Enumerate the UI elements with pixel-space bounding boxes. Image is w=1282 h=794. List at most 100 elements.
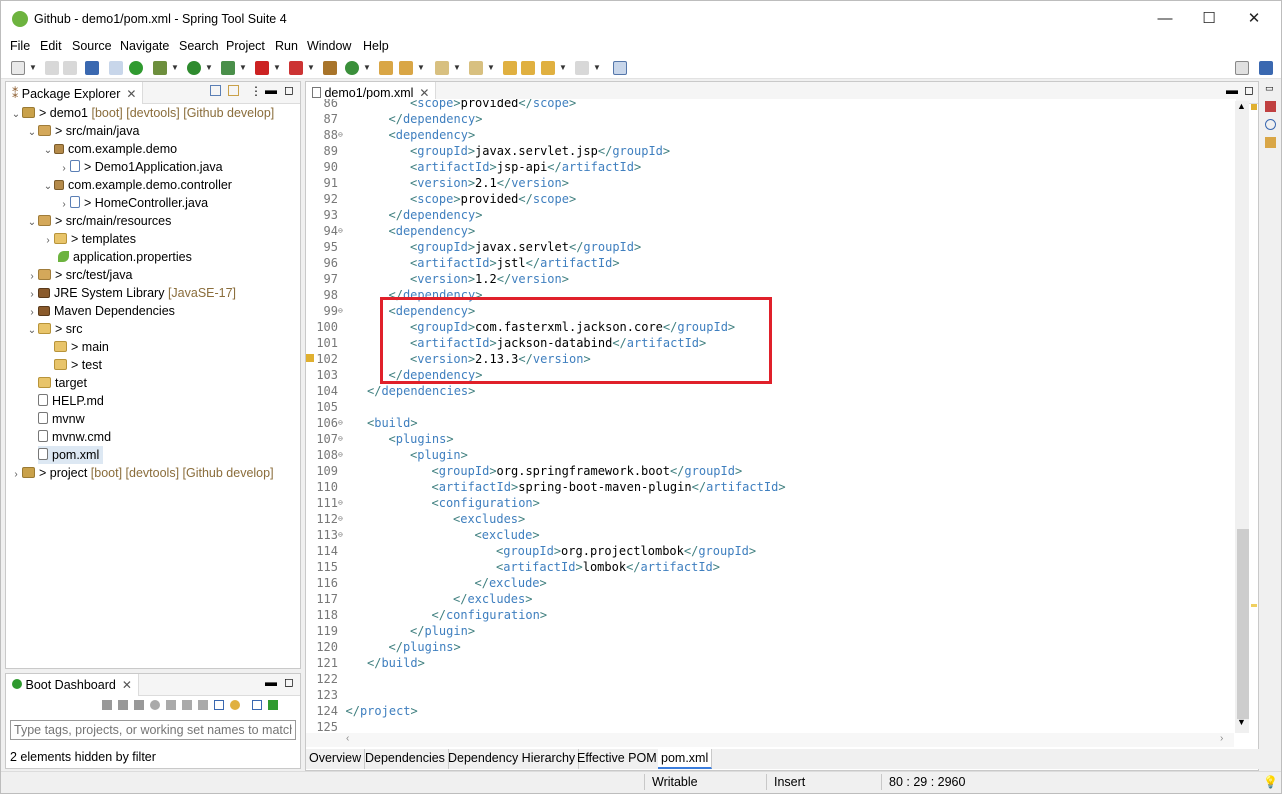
filter-icon[interactable] bbox=[252, 700, 262, 710]
code-line[interactable]: 124 </project> bbox=[306, 703, 1236, 719]
maximize-view-icon[interactable]: ◻ bbox=[284, 675, 294, 689]
new-class-icon[interactable] bbox=[345, 61, 359, 75]
code-line[interactable]: 90 <artifactId>jsp-api</artifactId> bbox=[306, 159, 1236, 175]
tree-item[interactable]: ⌄ > src/main/java bbox=[26, 122, 140, 140]
menu-file[interactable]: File bbox=[10, 39, 30, 53]
code-line[interactable]: 112 ⊖ <excludes> bbox=[306, 511, 1236, 527]
save-all-icon[interactable] bbox=[63, 61, 77, 75]
close-tab-icon[interactable]: ✕ bbox=[126, 87, 136, 101]
tree-item[interactable]: › > src/test/java bbox=[26, 266, 132, 284]
code-line[interactable]: 120 </plugins> bbox=[306, 639, 1236, 655]
fold-toggle-icon[interactable]: ⊖ bbox=[338, 223, 346, 239]
menu-edit[interactable]: Edit bbox=[40, 39, 62, 53]
tree-item-selected[interactable]: pom.xml bbox=[38, 446, 104, 464]
code-line[interactable]: 86 <scope>provided</scope> bbox=[306, 99, 1236, 111]
menu-navigate[interactable]: Navigate bbox=[120, 39, 169, 53]
minimize-view-icon[interactable]: ▬ bbox=[265, 83, 277, 97]
prev-annotation-icon[interactable] bbox=[469, 61, 483, 75]
scroll-right-icon[interactable]: › bbox=[1220, 733, 1223, 744]
tab-overview[interactable]: Overview bbox=[306, 749, 366, 769]
code-line[interactable]: 106 ⊖ <build> bbox=[306, 415, 1236, 431]
close-tab-icon[interactable]: ✕ bbox=[122, 678, 132, 692]
fold-toggle-icon[interactable]: ⊖ bbox=[338, 495, 346, 511]
code-line[interactable]: 125 bbox=[306, 719, 1236, 733]
bulb-icon[interactable] bbox=[230, 700, 240, 710]
open-perspective-icon[interactable] bbox=[1235, 61, 1249, 75]
code-line[interactable]: 114 <groupId>org.projectlombok</groupId> bbox=[306, 543, 1236, 559]
console-icon[interactable] bbox=[166, 700, 176, 710]
collapse-all-icon[interactable] bbox=[210, 85, 221, 96]
fold-toggle-icon[interactable]: ⊖ bbox=[338, 431, 346, 447]
code-line[interactable]: 96 <artifactId>jstl</artifactId> bbox=[306, 255, 1236, 271]
tab-dependencies[interactable]: Dependencies bbox=[362, 749, 449, 769]
code-line[interactable]: 105 bbox=[306, 399, 1236, 415]
task-list-icon[interactable] bbox=[1265, 119, 1276, 130]
menu-search[interactable]: Search bbox=[179, 39, 219, 53]
tab-pom-source[interactable]: pom.xml bbox=[658, 749, 713, 769]
minimize-button[interactable]: — bbox=[1154, 9, 1176, 29]
scroll-down-icon[interactable]: ▼ bbox=[1237, 717, 1246, 727]
code-line[interactable]: 111 ⊖ <configuration> bbox=[306, 495, 1236, 511]
config-icon[interactable] bbox=[182, 700, 192, 710]
tree-item[interactable]: > main bbox=[42, 338, 109, 356]
code-line[interactable]: 97 <version>1.2</version> bbox=[306, 271, 1236, 287]
code-line[interactable]: 87 </dependency> bbox=[306, 111, 1236, 127]
code-line[interactable]: 93 </dependency> bbox=[306, 207, 1236, 223]
code-line[interactable]: 88 ⊖ <dependency> bbox=[306, 127, 1236, 143]
code-line[interactable]: 117 </excludes> bbox=[306, 591, 1236, 607]
tree-item[interactable]: › > HomeController.java bbox=[58, 194, 208, 212]
tree-item[interactable]: mvnw bbox=[26, 410, 85, 428]
code-line[interactable]: 91 <version>2.1</version> bbox=[306, 175, 1236, 191]
minimize-view-icon[interactable]: ▬ bbox=[265, 675, 277, 689]
fold-toggle-icon[interactable]: ⊖ bbox=[338, 127, 346, 143]
tree-item[interactable]: › > templates bbox=[42, 230, 136, 248]
tree-item[interactable]: ⌄ com.example.demo.controller bbox=[42, 176, 232, 194]
code-line[interactable]: 94 ⊖ <dependency> bbox=[306, 223, 1236, 239]
link-with-editor-icon[interactable] bbox=[228, 85, 239, 96]
fold-toggle-icon[interactable]: ⊖ bbox=[338, 527, 346, 543]
tree-item[interactable]: ⌄ > demo1 [boot] [devtools] [Github devel… bbox=[10, 104, 274, 122]
tab-dependency-hierarchy[interactable]: Dependency Hierarchy bbox=[445, 749, 580, 769]
open-task-icon[interactable] bbox=[399, 61, 413, 75]
minimize-view-icon[interactable]: ▬ bbox=[1226, 83, 1238, 97]
boot-dashboard-icon[interactable] bbox=[129, 61, 143, 75]
menu-help[interactable]: Help bbox=[363, 39, 389, 53]
horizontal-scrollbar[interactable]: ‹ › bbox=[306, 733, 1234, 747]
tree-item[interactable]: > test bbox=[42, 356, 102, 374]
spring-explorer-icon[interactable] bbox=[1265, 137, 1276, 148]
debug-icon[interactable] bbox=[118, 700, 128, 710]
tree-item[interactable]: ⌄ > src bbox=[26, 320, 83, 338]
save-icon[interactable] bbox=[45, 61, 59, 75]
tab-package-explorer[interactable]: ⁑ Package Explorer ✕ bbox=[6, 82, 144, 104]
back-nav-icon[interactable] bbox=[541, 61, 555, 75]
outline-icon[interactable] bbox=[1265, 101, 1276, 112]
code-line[interactable]: 118 </configuration> bbox=[306, 607, 1236, 623]
maximize-view-icon[interactable]: ◻ bbox=[284, 83, 294, 97]
skip-breakpoints-icon[interactable] bbox=[109, 61, 123, 75]
tree-item[interactable]: HELP.md bbox=[26, 392, 104, 410]
tree-item[interactable]: ⌄ > src/main/resources bbox=[26, 212, 172, 230]
overview-ruler-warning[interactable] bbox=[1251, 104, 1257, 110]
maximize-button[interactable]: ☐ bbox=[1198, 9, 1220, 29]
back-icon[interactable] bbox=[521, 61, 535, 75]
filter-input[interactable] bbox=[10, 720, 296, 740]
edit-icon[interactable] bbox=[198, 700, 208, 710]
run-external-icon[interactable] bbox=[221, 61, 235, 75]
code-line[interactable]: 122 bbox=[306, 671, 1236, 687]
menu-run[interactable]: Run bbox=[275, 39, 298, 53]
pin-editor-icon[interactable] bbox=[613, 61, 627, 75]
scroll-left-icon[interactable]: ‹ bbox=[346, 733, 349, 744]
tree-item[interactable]: › Maven Dependencies bbox=[26, 302, 175, 320]
code-line[interactable]: 110 <artifactId>spring-boot-maven-plugin<… bbox=[306, 479, 1236, 495]
code-line[interactable]: 92 <scope>provided</scope> bbox=[306, 191, 1236, 207]
menu-source[interactable]: Source bbox=[72, 39, 112, 53]
code-line[interactable]: 121 </build> bbox=[306, 655, 1236, 671]
add-icon[interactable] bbox=[268, 700, 278, 710]
code-line[interactable]: 107 ⊖ <plugins> bbox=[306, 431, 1236, 447]
restore-icon[interactable]: ▭ bbox=[1265, 83, 1274, 94]
tab-effective-pom[interactable]: Effective POM bbox=[574, 749, 661, 769]
terminal-icon[interactable] bbox=[85, 61, 99, 75]
start-icon[interactable] bbox=[102, 700, 112, 710]
code-line[interactable]: 89 <groupId>javax.servlet.jsp</groupId> bbox=[306, 143, 1236, 159]
tree-item[interactable]: › JRE System Library [JavaSE-17] bbox=[26, 284, 236, 302]
